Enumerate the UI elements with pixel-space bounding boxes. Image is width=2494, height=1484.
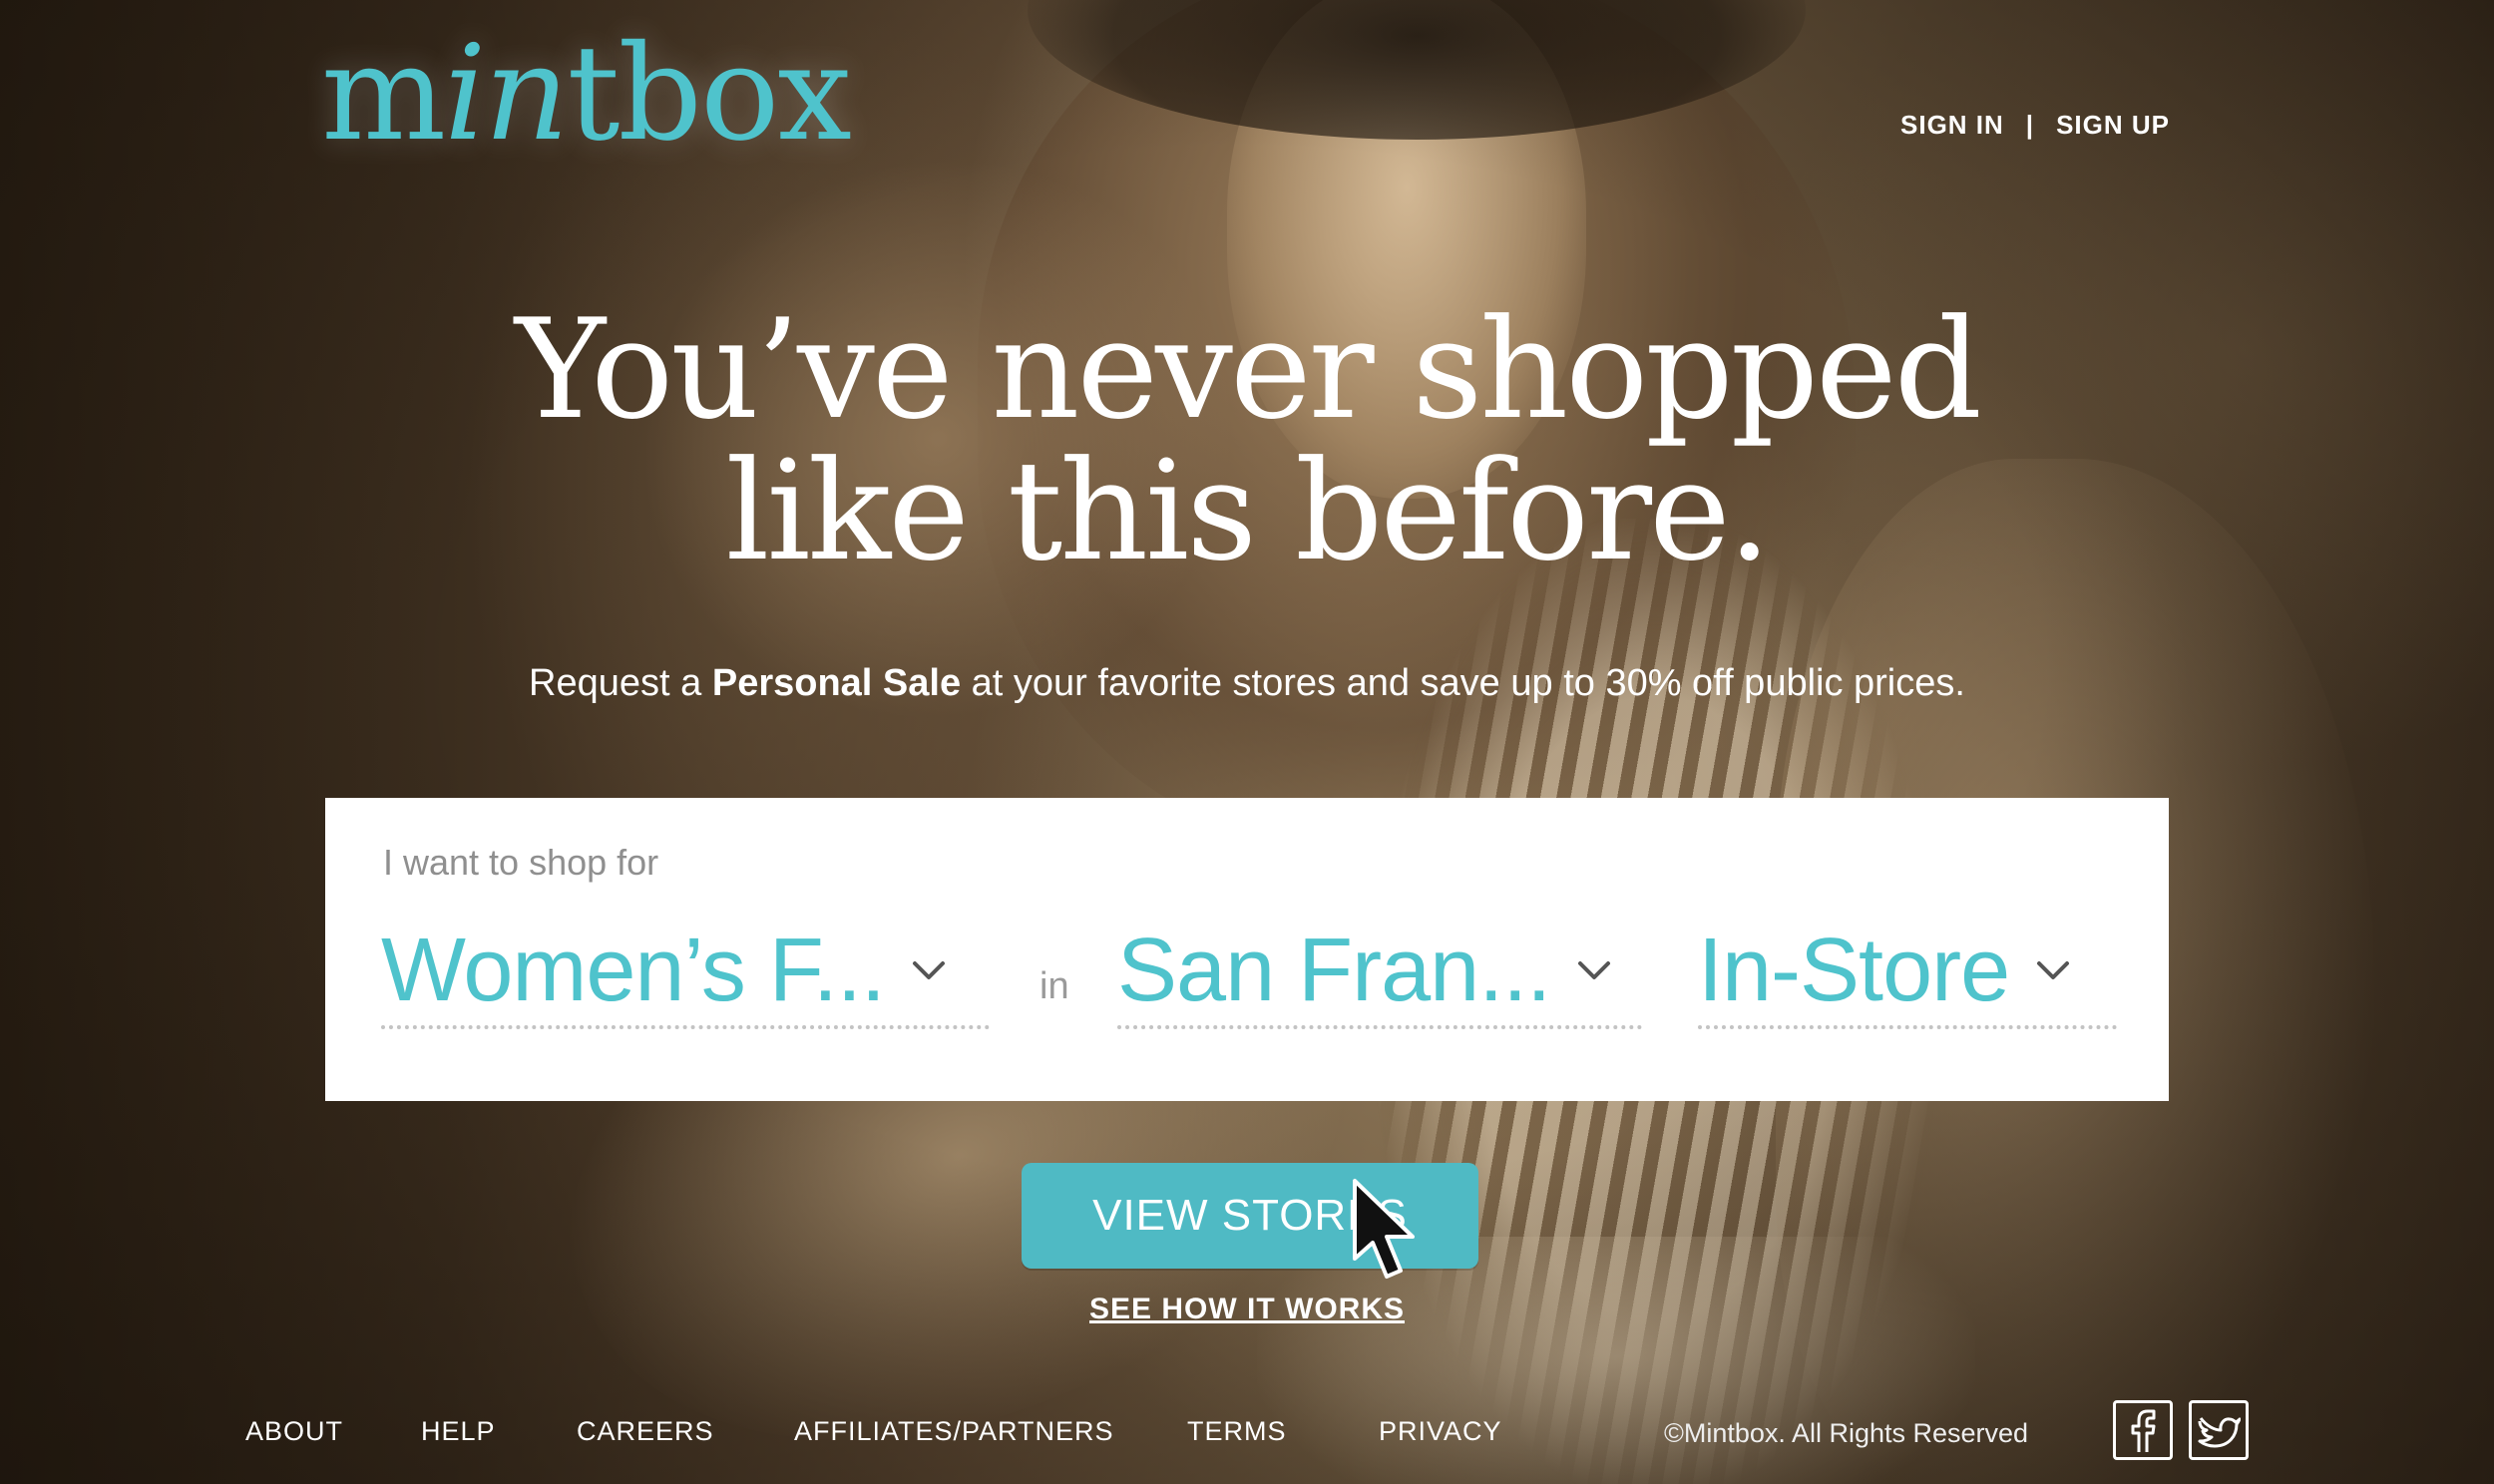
auth-separator: | [2025,110,2035,140]
category-select[interactable]: Women’s F... [381,916,990,1029]
subline-suffix: at your favorite stores and save up to 3… [961,662,1965,704]
headline-line-1: You’ve never shopped [515,289,1982,450]
location-select-value: San Fran... [1117,920,1551,1020]
landing-page: mintbox SIGN IN | SIGN UP You’ve never s… [0,0,2494,1484]
footer-link-about[interactable]: ABOUT [245,1416,343,1447]
auth-links: SIGN IN | SIGN UP [1900,110,2170,141]
location-select[interactable]: San Fran... [1117,916,1642,1029]
chevron-down-icon [1576,952,1612,988]
footer-link-help[interactable]: HELP [421,1416,496,1447]
subline-prefix: Request a [529,662,712,704]
hero-subline: Request a Personal Sale at your favorite… [0,662,2494,705]
in-connector: in [1039,965,1069,1007]
category-select-value: Women’s F... [381,920,886,1020]
footer-link-privacy[interactable]: PRIVACY [1379,1416,1502,1447]
footer-link-terms[interactable]: TERMS [1187,1416,1287,1447]
hero-headline: You’ve never shopped like this before. [0,299,2494,582]
copyright-text: ©Mintbox. All Rights Reserved [1664,1418,2029,1448]
footer-link-careers[interactable]: CAREERS [577,1416,714,1447]
logo-text-3: tbox [567,17,851,171]
chevron-down-icon [911,952,947,988]
twitter-icon[interactable] [2189,1400,2249,1460]
mintbox-logo[interactable]: mintbox [321,28,852,160]
headline-line-2: like this before. [725,431,1771,591]
search-card: I want to shop for Women’s F... in San F… [325,798,2169,1101]
logo-text-1: m [321,17,446,171]
sign-up-link[interactable]: SIGN UP [2056,110,2170,141]
chevron-down-icon [2035,952,2071,988]
background-photo-hat [1028,0,1806,140]
logo-text-2: in [444,17,569,171]
search-label: I want to shop for [383,842,659,883]
subline-bold: Personal Sale [711,662,962,704]
facebook-icon[interactable] [2113,1400,2173,1460]
see-how-it-works-link[interactable]: SEE HOW IT WORKS [0,1293,2494,1326]
mouse-pointer-icon [1353,1179,1415,1279]
sign-in-link[interactable]: SIGN IN [1900,110,2004,141]
shopping-mode-select[interactable]: In-Store [1698,916,2117,1029]
shopping-mode-select-value: In-Store [1698,920,2010,1020]
footer-link-affiliates-partners[interactable]: AFFILIATES/PARTNERS [794,1416,1114,1447]
